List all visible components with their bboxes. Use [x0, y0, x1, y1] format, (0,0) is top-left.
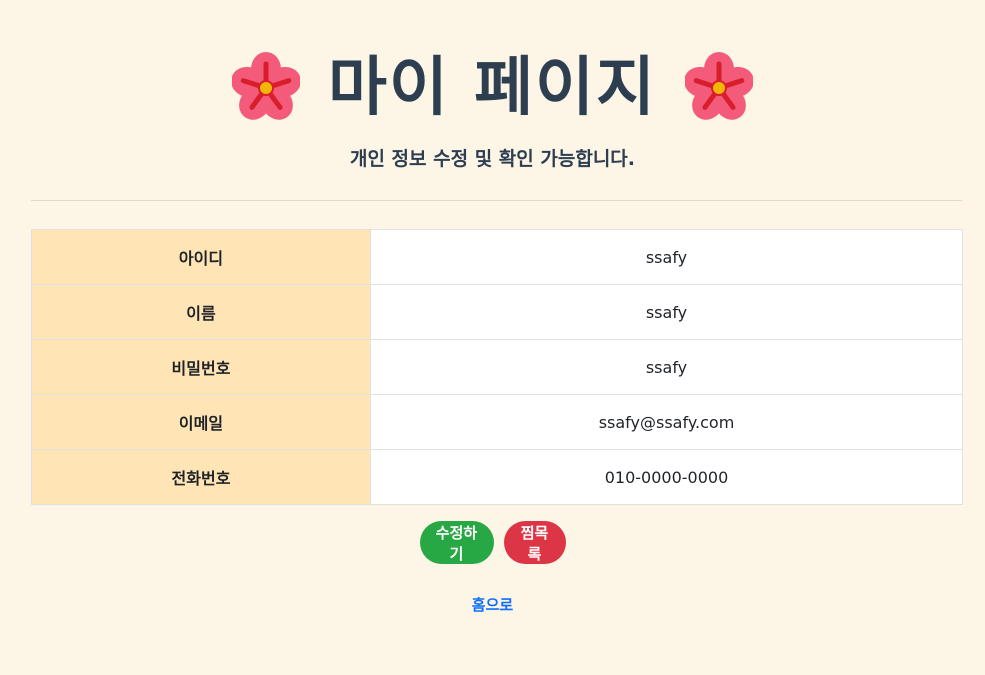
hibiscus-flower-icon: [684, 52, 753, 120]
home-link-container: 홈으로: [0, 594, 985, 615]
row-label: 아이디: [31, 229, 371, 285]
table-row-password: 비밀번호 ssafy: [31, 339, 963, 395]
row-label: 이메일: [31, 394, 371, 450]
header-divider: [31, 200, 962, 201]
page-subtitle: 개인 정보 수정 및 확인 가능합니다.: [349, 148, 635, 170]
row-value: ssafy: [370, 339, 963, 395]
row-label: 전화번호: [31, 449, 371, 505]
table-row-id: 아이디 ssafy: [31, 229, 963, 285]
page-title: 마이 페이지: [328, 51, 657, 125]
profile-table: 아이디 ssafy 이름 ssafy 비밀번호 ssafy 이메일 ssafy@…: [31, 229, 963, 505]
table-row-email: 이메일 ssafy@ssafy.com: [31, 394, 963, 450]
table-row-name: 이름 ssafy: [31, 284, 963, 340]
row-label: 비밀번호: [31, 339, 371, 395]
wishlist-button[interactable]: 찜목록: [503, 521, 566, 564]
row-value: ssafy@ssafy.com: [370, 394, 963, 450]
row-value: ssafy: [370, 284, 963, 340]
row-value: 010-0000-0000: [370, 449, 963, 505]
row-value: ssafy: [370, 229, 963, 285]
hibiscus-flower-icon: [232, 52, 301, 120]
edit-profile-button[interactable]: 수정하기: [419, 521, 494, 564]
row-label: 이름: [31, 284, 371, 340]
action-buttons: 수정하기 찜목록: [0, 521, 985, 564]
table-row-phone: 전화번호 010-0000-0000: [31, 449, 963, 505]
page-header: 마이 페이지: [0, 38, 985, 138]
home-link[interactable]: 홈으로: [472, 596, 513, 614]
